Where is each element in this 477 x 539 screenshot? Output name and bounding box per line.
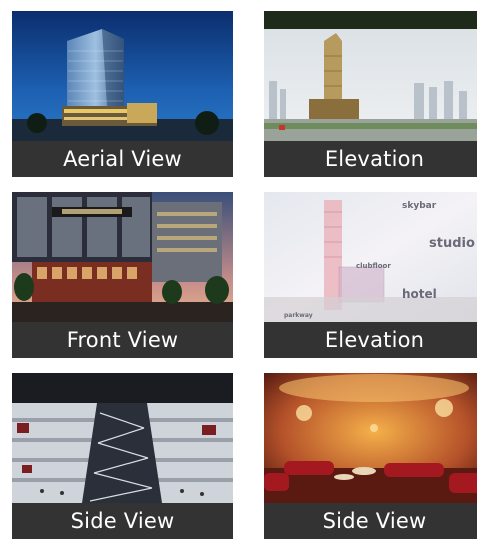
gallery-tile-side-view-atrium[interactable]: Side View [12,373,233,539]
hotel-label: hotel [402,287,437,301]
gallery-tile-front-view[interactable]: Front View [12,192,233,358]
parkway-label: parkway [284,312,313,319]
tile-caption: Front View [12,322,233,358]
gallery-tile-elevation-diagram[interactable]: skybar studio clubfloor hotel parkway El… [264,192,477,358]
gallery-tile-side-view-lounge[interactable]: Side View [264,373,477,539]
gallery-tile-aerial-view[interactable]: Aerial View [12,11,233,177]
skybar-label: skybar [402,201,437,211]
elevation-skyline-image [264,11,477,141]
tile-caption: Elevation [264,141,477,177]
studio-label: studio [429,236,475,251]
front-view-image [12,192,233,322]
tile-caption: Elevation [264,322,477,358]
aerial-view-image [12,11,233,141]
gallery-tile-elevation[interactable]: Elevation [264,11,477,177]
elevation-diagram-image: skybar studio clubfloor hotel parkway [264,192,477,322]
side-view-lounge-image [264,373,477,503]
clubfloor-label: clubfloor [356,262,391,270]
side-view-atrium-image [12,373,233,503]
tile-caption: Aerial View [12,141,233,177]
